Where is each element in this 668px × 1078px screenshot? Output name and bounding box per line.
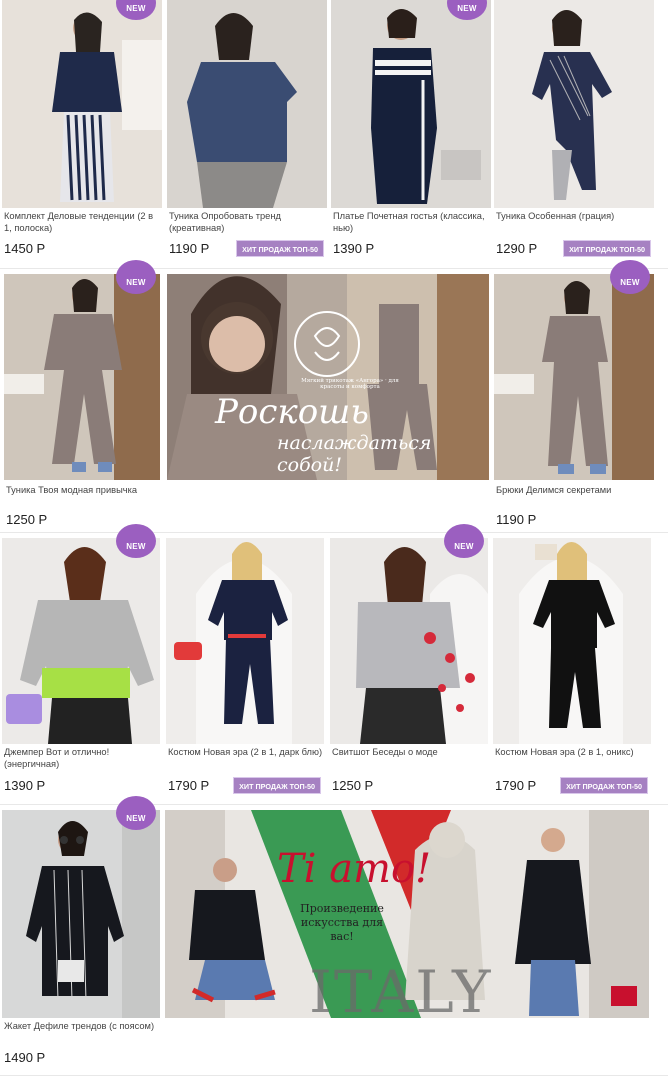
bestseller-badge: ХИТ ПРОДАЖ ТОП-50 (236, 240, 324, 257)
product-image (167, 0, 327, 208)
new-badge: NEW (116, 796, 156, 830)
product-title[interactable]: Туника Опробовать тренд (креативная) (169, 210, 329, 234)
banner-brand: ITALY (309, 958, 493, 1026)
row-divider (0, 1075, 668, 1076)
row-divider (0, 268, 668, 269)
product-price: 1450 Р (4, 241, 46, 256)
product-card[interactable]: NEW Свитшот Беседы о моде 1250 Р (330, 524, 490, 800)
product-photo[interactable] (330, 538, 488, 744)
product-price: 1250 Р (332, 778, 374, 793)
product-card[interactable]: Костюм Новая эра (2 в 1, оникс) 1790 Р Х… (493, 538, 651, 800)
product-photo[interactable] (4, 274, 160, 480)
banner-headline: Роскошь (215, 392, 369, 432)
product-card[interactable]: NEW Туника Твоя модная привычка 1250 Р (4, 260, 162, 532)
promo-banner-roskosh[interactable]: Роскошь наслаждаться собой! Мягкий трико… (167, 274, 489, 480)
product-price: 1190 Р (496, 512, 537, 527)
product-image (330, 538, 488, 744)
product-title[interactable]: Костюм Новая эра (2 в 1, дарк блю) (168, 746, 326, 758)
product-title[interactable]: Комплект Деловые тенденции (2 в 1, полос… (4, 210, 164, 234)
product-photo[interactable] (493, 538, 651, 744)
product-title[interactable]: Джемпер Вот и отлично! (энергичная) (4, 746, 162, 770)
row-divider (0, 532, 668, 533)
product-card[interactable]: Туника Особенная (грация) 1290 Р ХИТ ПРО… (494, 0, 654, 268)
banner-subline: наслаждаться собой! (277, 432, 432, 476)
bestseller-badge: ХИТ ПРОДАЖ ТОП-50 (563, 240, 651, 257)
product-card[interactable]: NEW Комплект Деловые тенденции (2 в 1, п… (2, 0, 162, 268)
product-photo[interactable] (494, 274, 654, 480)
product-price: 1490 Р (4, 1050, 46, 1065)
row-divider (0, 804, 668, 805)
product-card[interactable]: NEW Жакет Дефиле трендов (с поясом) 1490… (2, 796, 162, 1074)
banner-subline: Произведение искусства для вас! (300, 902, 384, 943)
product-card[interactable]: NEW Платье Почетная гостья (классика, нь… (331, 0, 491, 268)
product-image (2, 0, 162, 208)
new-badge: NEW (116, 260, 156, 294)
new-badge: NEW (444, 524, 484, 558)
banner-headline: Ti amo! (277, 846, 432, 892)
product-photo[interactable] (2, 0, 162, 208)
product-photo[interactable] (494, 0, 654, 208)
bestseller-badge: ХИТ ПРОДАЖ ТОП-50 (560, 777, 648, 794)
product-image (493, 538, 651, 744)
product-card[interactable]: NEW Джемпер Вот и отлично! (энергичная) … (2, 524, 162, 800)
product-image (4, 274, 160, 480)
new-badge: NEW (116, 524, 156, 558)
product-title[interactable]: Жакет Дефиле трендов (с поясом) (4, 1020, 162, 1032)
product-photo[interactable] (2, 538, 160, 744)
bestseller-badge: ХИТ ПРОДАЖ ТОП-50 (233, 777, 321, 794)
product-price: 1190 Р (169, 241, 210, 256)
product-photo[interactable] (331, 0, 491, 208)
product-image (166, 538, 324, 744)
product-image (331, 0, 491, 208)
promo-banner-italy[interactable]: Ti amo! Произведение искусства для вас! … (165, 810, 649, 1026)
product-card[interactable]: Костюм Новая эра (2 в 1, дарк блю) 1790 … (166, 538, 324, 800)
product-card[interactable]: Туника Опробовать тренд (креативная) 119… (167, 0, 327, 268)
banner-seal-text: Мягкий трикотаж «Ангора» · для красоты и… (301, 378, 399, 390)
product-image (494, 274, 654, 480)
product-price: 1790 Р (495, 778, 537, 793)
product-card[interactable]: NEW Брюки Делимся секретами 1190 Р (494, 260, 656, 532)
product-price: 1390 Р (333, 241, 375, 256)
product-image (494, 0, 654, 208)
product-image (2, 538, 160, 744)
product-title[interactable]: Свитшот Беседы о моде (332, 746, 490, 758)
product-title[interactable]: Туника Твоя модная привычка (6, 484, 162, 496)
product-price: 1250 Р (6, 512, 48, 527)
product-photo[interactable] (2, 810, 160, 1018)
product-photo[interactable] (167, 0, 327, 208)
product-image (2, 810, 160, 1018)
product-title[interactable]: Платье Почетная гостья (классика, нью) (333, 210, 493, 234)
product-photo[interactable] (166, 538, 324, 744)
new-badge: NEW (610, 260, 650, 294)
product-price: 1390 Р (4, 778, 46, 793)
product-price: 1290 Р (496, 241, 538, 256)
product-price: 1790 Р (168, 778, 210, 793)
product-title[interactable]: Брюки Делимся секретами (496, 484, 656, 496)
product-title[interactable]: Туника Особенная (грация) (496, 210, 656, 222)
product-title[interactable]: Костюм Новая эра (2 в 1, оникс) (495, 746, 653, 758)
